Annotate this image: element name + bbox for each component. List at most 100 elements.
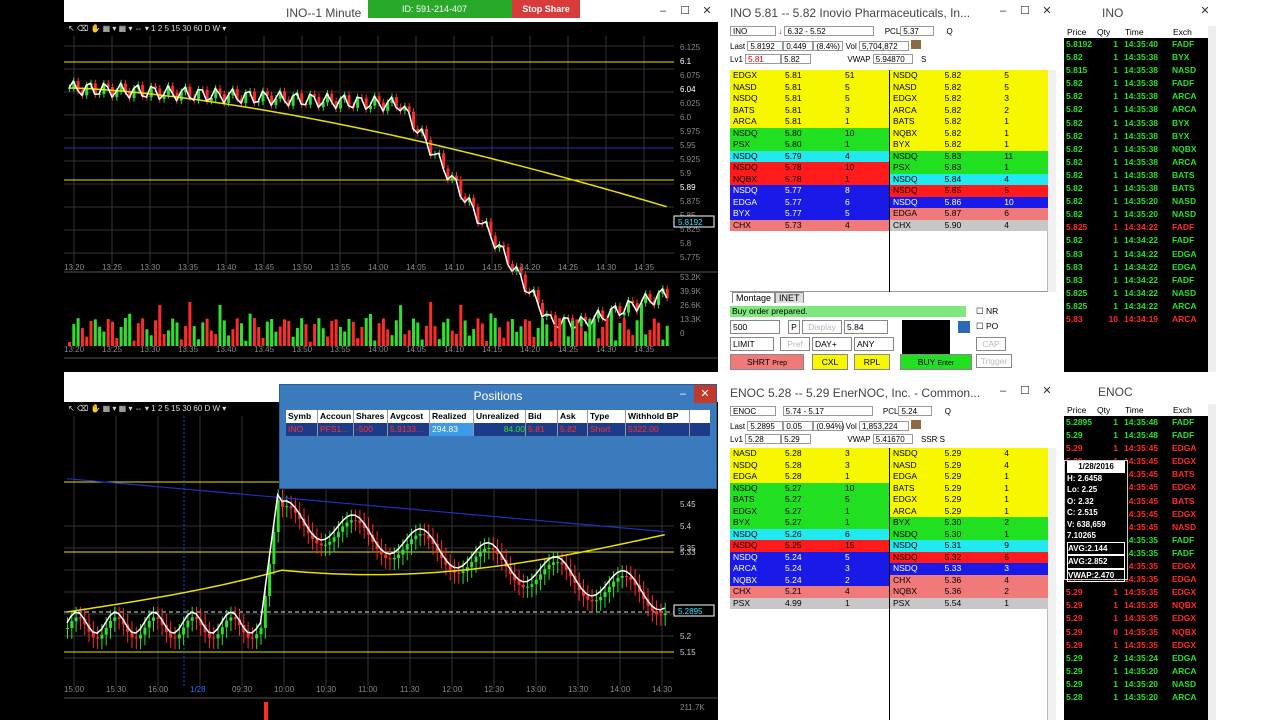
ts-header-price[interactable]: Price (1064, 26, 1094, 38)
ino-ts-scrollbar[interactable] (1208, 26, 1216, 372)
enoc-l2-scrollbar[interactable] (1048, 448, 1056, 720)
ts-header-time[interactable]: Time (1122, 26, 1170, 38)
bid-row[interactable]: NSDQ 5.28 3 (730, 459, 889, 471)
ask-row[interactable]: NSDQ 5.82 5 (890, 70, 1048, 82)
ino-l2-titlebar[interactable]: INO 5.81 -- 5.82 Inovio Pharmaceuticals,… (726, 0, 1058, 26)
bid-row[interactable]: NSDQ 5.25 15 (730, 540, 889, 552)
enoc-symbol-input[interactable]: ENOC (730, 406, 776, 416)
bid-row[interactable]: ARCA 5.81 1 (730, 116, 889, 128)
bid-row[interactable]: PSX 5.80 1 (730, 139, 889, 151)
bid-row[interactable]: CHX 5.73 4 (730, 219, 889, 231)
ts-header-time[interactable]: Time (1122, 404, 1170, 416)
enoc-l2-titlebar[interactable]: ENOC 5.28 -- 5.29 EnerNOC, Inc. - Common… (726, 380, 1058, 406)
bid-row[interactable]: BYX 5.27 1 (730, 517, 889, 529)
bid-row[interactable]: NSDQ 5.80 10 (730, 127, 889, 139)
bid-row[interactable]: ARCA 5.24 3 (730, 563, 889, 575)
tab-inet[interactable]: INET (775, 292, 804, 303)
position-row[interactable]: INO PFS1... -500 5.9133... 294.83 84.00 5.81 5.… (286, 423, 710, 436)
positions-col-9[interactable]: Withhold BP (626, 410, 690, 423)
nr-checkbox[interactable]: ☐ NR (976, 306, 998, 317)
ask-row[interactable]: BYX 5.30 2 (890, 517, 1048, 529)
enoc-ts-scrollbar[interactable] (1208, 404, 1216, 720)
order-type-select[interactable]: LIMIT (730, 337, 774, 351)
stop-share-button[interactable]: Stop Share (512, 0, 580, 18)
ask-row[interactable]: PSX 5.83 1 (890, 162, 1048, 174)
cancel-button[interactable]: CXL (812, 354, 848, 370)
ts-header-exch[interactable]: Exch (1170, 404, 1208, 416)
bid-row[interactable]: BATS 5.81 3 (730, 104, 889, 116)
minimize-icon[interactable]: – (992, 382, 1014, 400)
ask-row[interactable]: ARCA 5.29 1 (890, 505, 1048, 517)
ino-ts-titlebar[interactable]: INO ✕ (1064, 0, 1216, 26)
tif-select[interactable]: DAY+ (812, 337, 852, 351)
bid-row[interactable]: NSDQ 5.79 4 (730, 150, 889, 162)
bid-row[interactable]: NSDQ 5.26 6 (730, 528, 889, 540)
ask-row[interactable]: PSX 5.54 1 (890, 597, 1048, 609)
bid-row[interactable]: NSDQ 5.77 8 (730, 185, 889, 197)
positions-col-2[interactable]: Shares (354, 410, 388, 423)
cap-button[interactable]: CAP (976, 337, 1006, 351)
bid-row[interactable]: BATS 5.27 5 (730, 494, 889, 506)
ts-header-price[interactable]: Price (1064, 404, 1094, 416)
bid-row[interactable]: EDGA 5.77 6 (730, 196, 889, 208)
ask-row[interactable]: NSDQ 5.31 9 (890, 540, 1048, 552)
price-input[interactable]: 5.84 (844, 320, 888, 334)
positions-col-6[interactable]: Bid (526, 410, 558, 423)
bid-row[interactable]: NSDQ 5.81 5 (730, 93, 889, 105)
ask-row[interactable]: NSDQ 5.86 10 (890, 196, 1048, 208)
pref-field[interactable]: Pref (780, 337, 810, 351)
positions-window[interactable]: Positions – ✕ Symb Accoun Shares Avgcost Real… (279, 384, 717, 489)
maximize-icon[interactable]: ☐ (674, 2, 696, 20)
ino-l2-scrollbar[interactable] (1048, 70, 1056, 292)
ask-row[interactable]: EDGA 5.29 1 (890, 471, 1048, 483)
short-button[interactable]: SHRT Prep (730, 354, 804, 370)
ask-row[interactable]: BATS 5.29 1 (890, 482, 1048, 494)
ts-header-exch[interactable]: Exch (1170, 26, 1208, 38)
bid-row[interactable]: NQBX 5.78 1 (730, 173, 889, 185)
ask-row[interactable]: CHX 5.90 4 (890, 219, 1048, 231)
ask-row[interactable]: NSDQ 5.83 11 (890, 150, 1048, 162)
ask-row[interactable]: EDGX 5.82 3 (890, 93, 1048, 105)
display-field[interactable]: Display (802, 320, 842, 334)
quantity-input[interactable]: 500 (730, 320, 780, 334)
bid-row[interactable]: NASD 5.28 3 (730, 448, 889, 460)
ask-row[interactable]: NSDQ 5.84 4 (890, 173, 1048, 185)
positions-col-8[interactable]: Type (588, 410, 626, 423)
route-select[interactable]: ANY (854, 337, 894, 351)
ask-row[interactable]: NSDQ 5.30 1 (890, 528, 1048, 540)
bid-row[interactable]: NSDQ 5.24 5 (730, 551, 889, 563)
buy-button[interactable]: BUY Enter (900, 354, 972, 370)
close-icon[interactable]: ✕ (1036, 382, 1058, 400)
maximize-icon[interactable]: ☐ (1014, 2, 1036, 20)
ask-row[interactable]: CHX 5.36 4 (890, 574, 1048, 586)
ask-row[interactable]: NSDQ 5.33 3 (890, 563, 1048, 575)
ino-symbol-input[interactable]: INO (730, 26, 776, 36)
positions-col-7[interactable]: Ask (558, 410, 588, 423)
minimize-icon[interactable]: – (992, 2, 1014, 20)
bid-row[interactable]: BYX 5.77 5 (730, 208, 889, 220)
positions-col-1[interactable]: Accoun (318, 410, 354, 423)
ask-row[interactable]: EDGX 5.29 1 (890, 494, 1048, 506)
ask-row[interactable]: NASD 5.82 5 (890, 81, 1048, 93)
ask-row[interactable]: BYX 5.82 1 (890, 139, 1048, 151)
minimize-icon[interactable]: – (672, 385, 694, 403)
bid-row[interactable]: NASD 5.81 5 (730, 81, 889, 93)
bid-row[interactable]: CHX 5.21 4 (730, 586, 889, 598)
settings-icon[interactable] (958, 321, 970, 333)
ask-row[interactable]: EDGA 5.87 6 (890, 208, 1048, 220)
ask-row[interactable]: NQBX 5.82 1 (890, 127, 1048, 139)
minimize-icon[interactable]: – (652, 2, 674, 20)
top-price-chart[interactable]: 6.125 6.1 6.075 6.04 6.025 6.0 5.975 5.95 5.925 5… (64, 36, 718, 372)
top-chart-toolbar[interactable]: ↖ ⌫ ✋ ▦ ▾ ▦ ▾ ⇔ ▾ 1 2 5 15 30 60 D W ▾ (64, 22, 718, 36)
enoc-ts-titlebar[interactable]: ENOC (1064, 380, 1216, 404)
bid-row[interactable]: EDGX 5.81 51 (730, 70, 889, 82)
bid-row[interactable]: EDGX 5.27 1 (730, 505, 889, 517)
positions-col-3[interactable]: Avgcost (388, 410, 430, 423)
price-type-button[interactable]: P (788, 320, 800, 334)
close-icon[interactable]: ✕ (694, 385, 716, 403)
ask-row[interactable]: NSDQ 5.29 4 (890, 448, 1048, 460)
bid-row[interactable]: PSX 4.99 1 (730, 597, 889, 609)
close-icon[interactable]: ✕ (1194, 2, 1216, 20)
ask-row[interactable]: NASD 5.29 4 (890, 459, 1048, 471)
bid-row[interactable]: NSDQ 5.78 10 (730, 162, 889, 174)
